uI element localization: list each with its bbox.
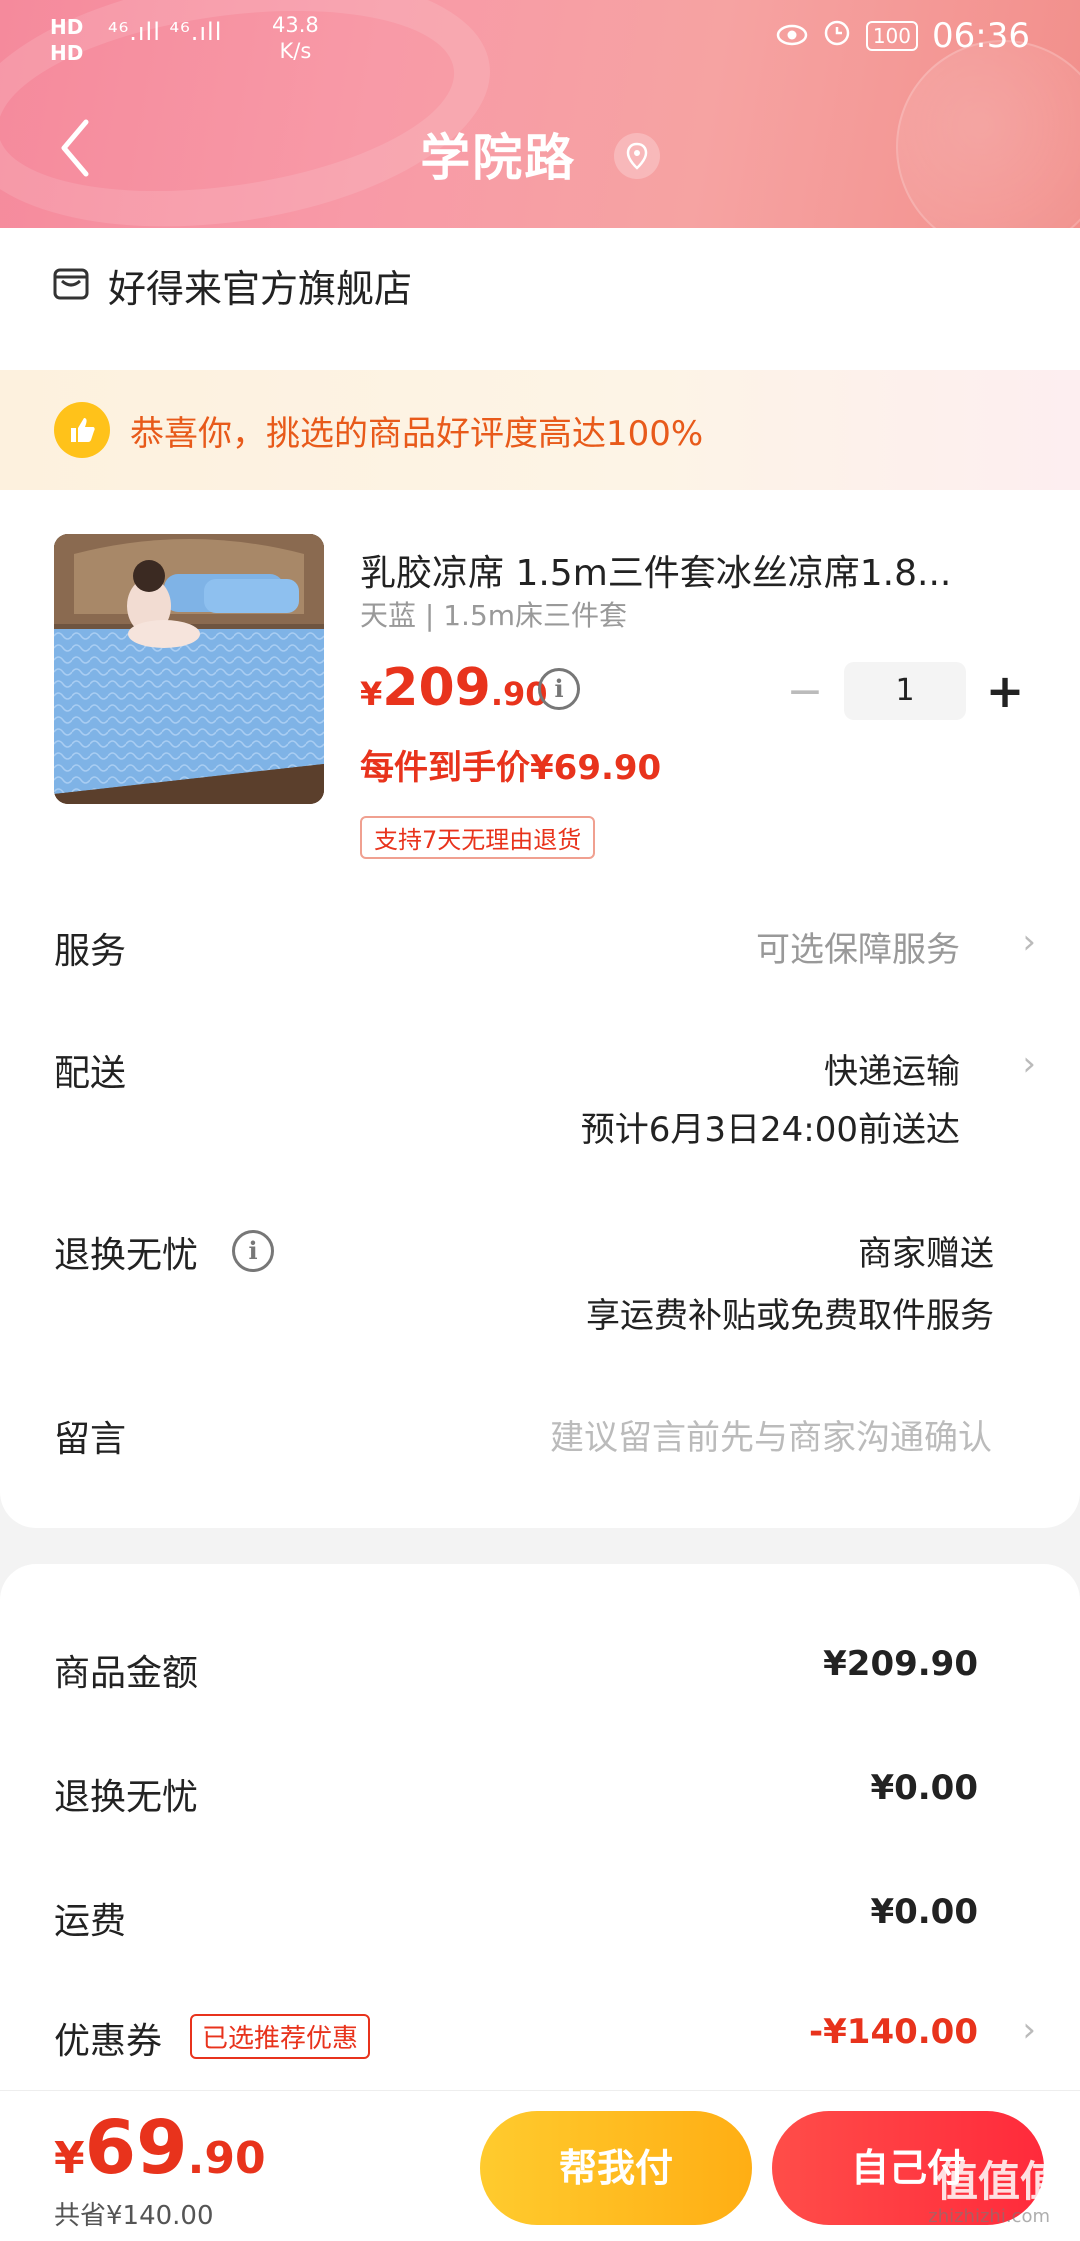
price-integer: 209: [382, 658, 491, 718]
hd-indicator: HD HD: [50, 14, 83, 66]
watermark-url: zhizhizhi.com: [928, 2206, 1050, 2227]
total-integer: 69: [84, 2105, 188, 2191]
signal-icon: ⁴⁶.ıll ⁴⁶.ıll: [108, 18, 223, 46]
price-summary-card: 商品金额 ¥209.90 退换无忧 ¥0.00 运费 ¥0.00 优惠券 已选推…: [0, 1564, 1080, 2124]
checkout-bar: ¥69.90 共省¥140.00 帮我付 自己付: [0, 2090, 1080, 2241]
coupon-chevron-icon[interactable]: ›: [1022, 2010, 1036, 2050]
worry-free-label: 退换无忧: [54, 1235, 199, 1276]
clock: 06:36: [932, 16, 1030, 56]
coupon-badge: 已选推荐优惠: [190, 2014, 371, 2059]
quantity-minus-button[interactable]: −: [780, 666, 830, 717]
alarm-icon: [822, 16, 852, 56]
speed-unit: K/s: [279, 39, 312, 63]
total-price: ¥69.90: [54, 2105, 266, 2191]
goods-amount-value: ¥209.90: [823, 1644, 978, 1684]
quantity-plus-button[interactable]: +: [980, 664, 1030, 718]
quantity-stepper: − 1 +: [780, 660, 1030, 722]
service-value[interactable]: 可选保障服务: [756, 922, 960, 971]
praise-banner: 恭喜你，挑选的商品好评度高达100%: [0, 370, 1080, 490]
eye-icon: [776, 16, 808, 56]
delivery-label: 配送: [54, 1053, 127, 1094]
status-right: 100 06:36: [776, 16, 1030, 56]
location-pin-icon: [613, 132, 660, 179]
hd2-label: HD: [50, 41, 84, 65]
product-price: ¥209.90: [360, 658, 548, 718]
note-input[interactable]: 建议留言前先与商家沟通确认: [550, 1410, 992, 1459]
freight-label: 运费: [54, 1901, 127, 1942]
quantity-value[interactable]: 1: [844, 662, 966, 720]
service-chevron-icon[interactable]: ›: [1022, 922, 1036, 962]
saved-amount: 共省¥140.00: [54, 2201, 214, 2231]
speed-value: 43.8: [272, 13, 319, 37]
freight-value: ¥0.00: [870, 1892, 978, 1932]
address-text: 学院路: [420, 129, 577, 187]
header: HD HD ⁴⁶.ıll ⁴⁶.ıll 43.8 K/s 100 06:36 学…: [0, 0, 1080, 228]
order-card: 好得来官方旗舰店 恭喜你，挑选的商品好评度高达100% 乳胶凉席 1.5m三件套…: [0, 228, 1080, 1528]
price-currency: ¥: [360, 675, 383, 713]
network-speed: 43.8 K/s: [272, 12, 319, 64]
unit-price: 每件到手价¥69.90: [360, 748, 662, 788]
store-row[interactable]: 好得来官方旗舰店: [52, 258, 412, 313]
delivery-eta: 预计6月3日24:00前送达: [580, 1110, 960, 1150]
status-bar: HD HD ⁴⁶.ıll ⁴⁶.ıll 43.8 K/s 100 06:36: [0, 0, 1080, 80]
total-decimal: .90: [187, 2133, 266, 2184]
help-me-pay-button[interactable]: 帮我付: [480, 2111, 752, 2225]
service-label: 服务: [54, 931, 127, 972]
bed-mat-illustration: [54, 534, 324, 804]
delivery-chevron-icon[interactable]: ›: [1022, 1044, 1036, 1084]
thumbs-up-icon: [54, 402, 110, 458]
worry-free-fee-value: ¥0.00: [870, 1768, 978, 1808]
product-title[interactable]: 乳胶凉席 1.5m三件套冰丝凉席1.8...: [360, 544, 980, 596]
worry-free-info-icon[interactable]: i: [232, 1230, 274, 1272]
return-policy-badge: 支持7天无理由退货: [360, 816, 596, 859]
product-spec[interactable]: 天蓝 | 1.5m床三件套: [360, 594, 627, 634]
note-label: 留言: [54, 1419, 127, 1460]
worry-free-value: 商家赠送: [858, 1234, 994, 1274]
store-name: 好得来官方旗舰店: [108, 267, 413, 311]
worry-free-fee-label: 退换无忧: [54, 1777, 199, 1818]
hd1-label: HD: [50, 15, 84, 39]
coupon-label: 优惠券: [54, 2021, 163, 2062]
worry-free-desc: 享运费补贴或免费取件服务: [586, 1296, 994, 1336]
coupon-value[interactable]: -¥140.00: [809, 2012, 978, 2052]
delivery-value[interactable]: 快递运输: [824, 1044, 960, 1093]
store-icon: [52, 265, 90, 307]
product-image[interactable]: [54, 534, 324, 804]
watermark-logo: 值值值: [935, 2157, 1062, 2206]
price-info-icon[interactable]: i: [538, 668, 580, 710]
goods-amount-label: 商品金额: [54, 1653, 199, 1694]
praise-text: 恭喜你，挑选的商品好评度高达100%: [130, 414, 704, 454]
total-currency: ¥: [54, 2133, 85, 2184]
battery-icon: 100: [865, 21, 919, 51]
address-title[interactable]: 学院路: [0, 118, 1080, 190]
